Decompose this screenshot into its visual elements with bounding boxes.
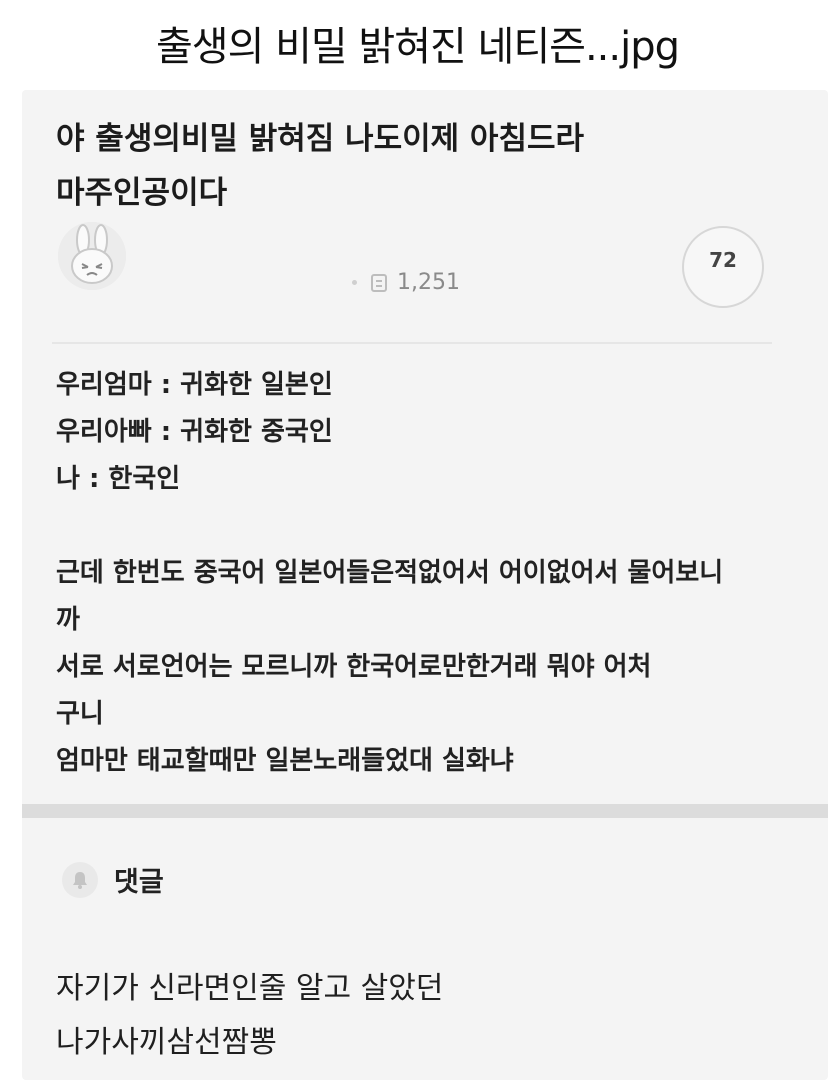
body-line: 구니 (56, 699, 104, 729)
body-line: 나 : 한국인 (56, 464, 181, 494)
view-count-value: 1,251 (397, 270, 460, 295)
view-count: 1,251 (352, 270, 460, 295)
post-screenshot: 야 출생의비밀 밝혀짐 나도이제 아침드라 마주인공이다 1,251 72 우리… (22, 90, 828, 1080)
comment-text: 자기가 신라면인줄 알고 살았던 나가사끼삼선짬뽕 (56, 962, 443, 1070)
body-line: 근데 한번도 중국어 일본어들은적없어서 어이없어서 물어보니 (56, 558, 724, 588)
body-line: 우리아빠 : 귀화한 중국인 (56, 417, 333, 447)
divider (52, 342, 772, 344)
post-body: 우리엄마 : 귀화한 일본인 우리아빠 : 귀화한 중국인 나 : 한국인 근데… (56, 362, 796, 785)
comment-count-badge[interactable]: 72 (682, 226, 764, 308)
body-line: 서로 서로언어는 모르니까 한국어로만한거래 뭐야 어처 (56, 652, 652, 682)
post-title-line: 야 출생의비밀 밝혀짐 나도이제 아침드라 (56, 121, 585, 157)
body-line: 엄마만 태교할때만 일본노래들었대 실화냐 (56, 746, 514, 776)
bunny-avatar-icon (58, 222, 126, 290)
section-separator (22, 804, 828, 818)
comments-header[interactable]: 댓글 (62, 860, 164, 899)
body-blank-line (56, 503, 796, 550)
separator-dot (352, 280, 357, 285)
comment-line: 나가사끼삼선짬뽕 (56, 1025, 277, 1060)
author-avatar[interactable] (58, 222, 126, 290)
comments-label: 댓글 (114, 867, 164, 898)
document-icon (371, 273, 387, 292)
body-line: 까 (56, 605, 80, 635)
bell-icon (62, 861, 98, 898)
post-title-line: 마주인공이다 (56, 175, 228, 211)
post-title: 야 출생의비밀 밝혀짐 나도이제 아침드라 마주인공이다 (56, 112, 776, 220)
comment-line: 자기가 신라면인줄 알고 살았던 (56, 971, 444, 1006)
page-title: 출생의 비밀 밝혀진 네티즌...jpg (156, 24, 680, 70)
body-line: 우리엄마 : 귀화한 일본인 (56, 370, 333, 400)
